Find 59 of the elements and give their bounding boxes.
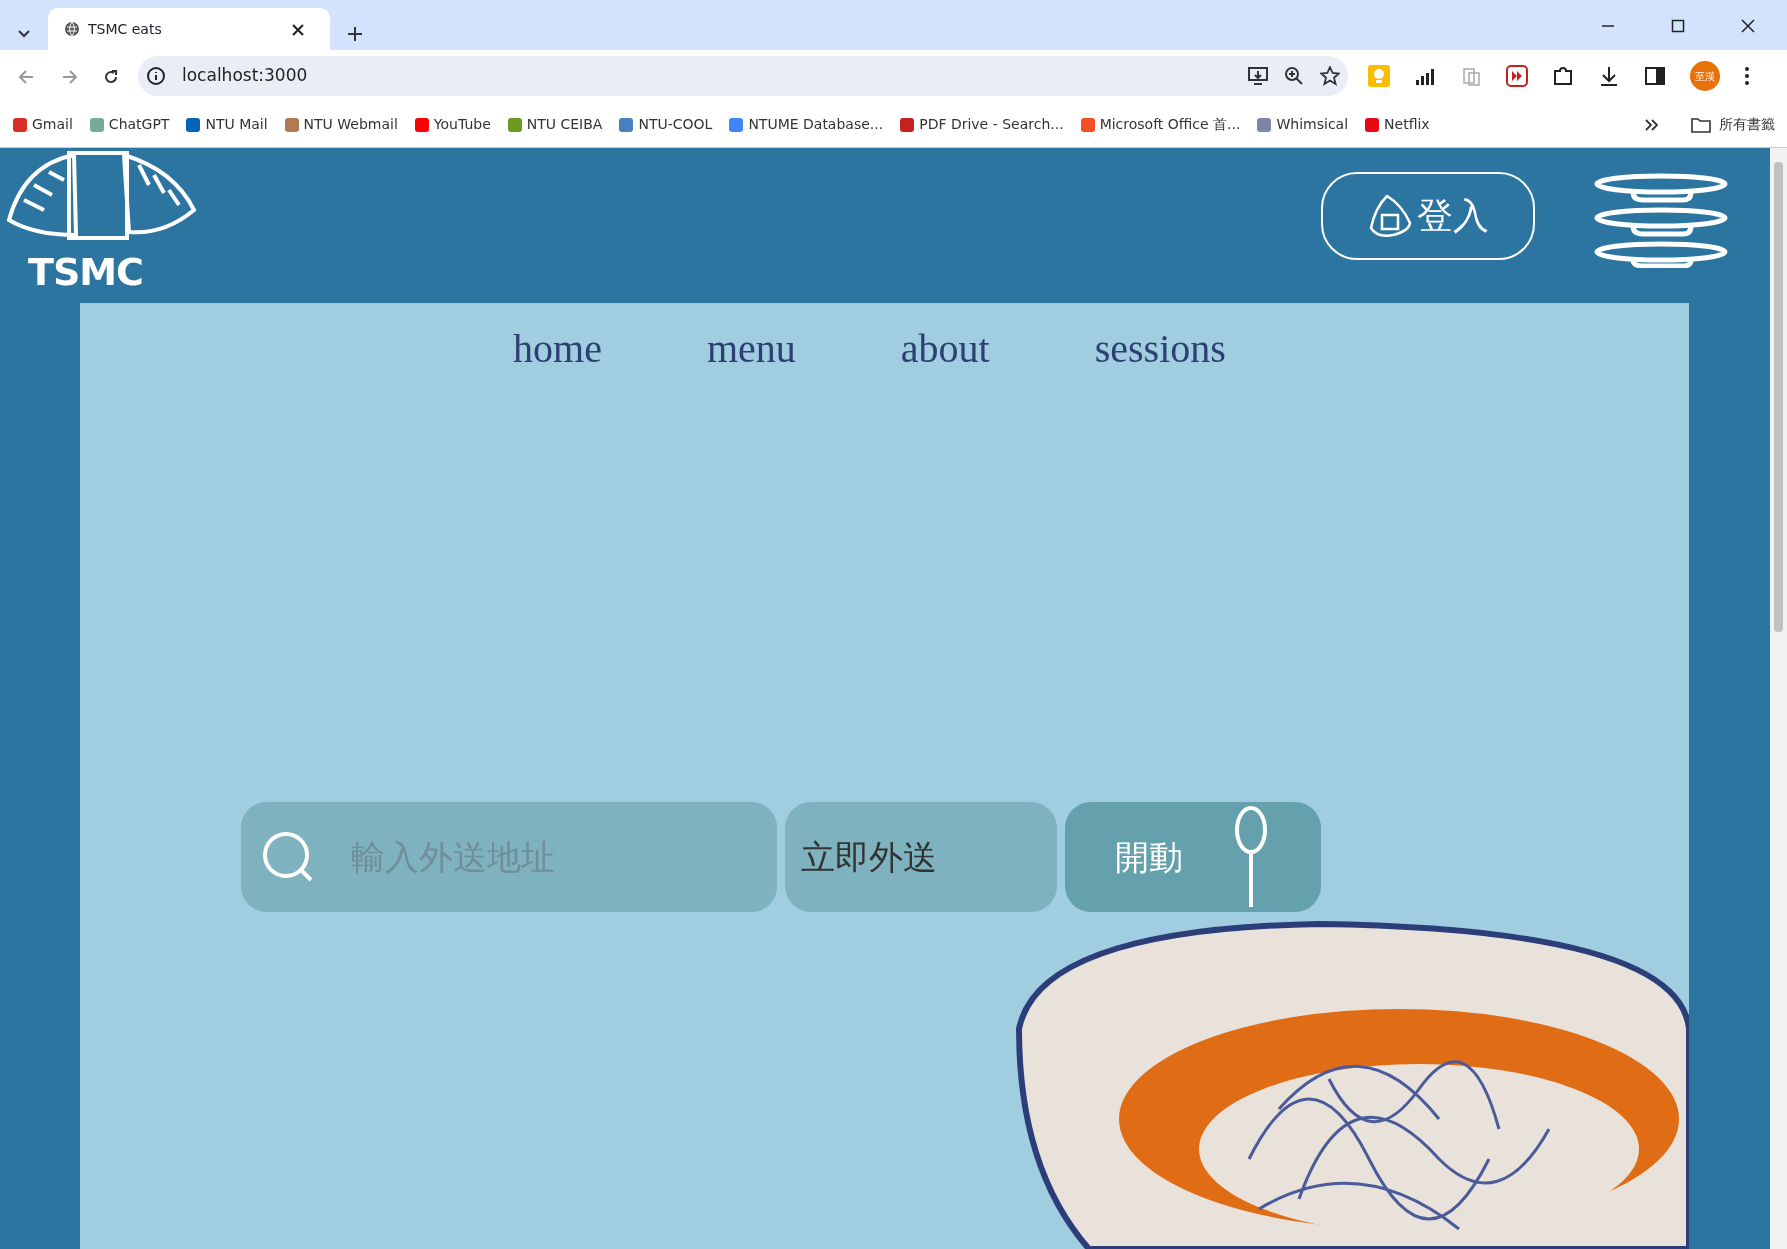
back-arrow-icon xyxy=(18,67,36,86)
maximize-icon xyxy=(1671,19,1685,33)
scrollbar[interactable] xyxy=(1770,148,1787,1249)
plus-icon xyxy=(348,27,362,41)
site-icon xyxy=(88,116,105,133)
chevron-icon xyxy=(1645,119,1659,131)
forward-extension-icon[interactable] xyxy=(1506,65,1528,87)
site-icon xyxy=(506,116,523,133)
globe-icon xyxy=(64,21,80,37)
bookmark-link[interactable]: NTU CEIBA xyxy=(502,112,607,137)
close-icon xyxy=(292,24,304,36)
bookmark-link[interactable]: PDF Drive - Search... xyxy=(895,112,1068,137)
caret-icon xyxy=(18,30,30,38)
bookmark-link[interactable]: NTU-COOL xyxy=(614,112,717,137)
address-bar[interactable]: localhost:3000 xyxy=(138,56,1348,96)
logo-text: TSMC xyxy=(28,253,143,291)
site-icon xyxy=(728,116,745,133)
bookmark-link[interactable]: Microsoft Office 首... xyxy=(1075,112,1245,137)
bookmark-link[interactable]: NTUME Database... xyxy=(724,112,888,137)
search-icon xyxy=(261,830,315,884)
site-icon xyxy=(618,116,635,133)
site-icon xyxy=(413,116,430,133)
install-icon[interactable] xyxy=(1248,66,1268,86)
forward-arrow-icon xyxy=(60,67,78,86)
all-bookmarks-button[interactable]: 所有書籤 xyxy=(1687,112,1779,137)
nav-link[interactable]: menu xyxy=(707,319,796,379)
download-icon[interactable] xyxy=(1598,65,1620,87)
star-icon[interactable] xyxy=(1320,66,1340,86)
bookmark-link[interactable]: Whimsical xyxy=(1252,112,1353,137)
site-icon xyxy=(1364,116,1381,133)
site-icon xyxy=(899,116,916,133)
nav-link[interactable]: home xyxy=(513,319,602,379)
clipboard-extension-icon[interactable] xyxy=(1460,65,1482,87)
site-icon xyxy=(1256,116,1273,133)
bookmark-link[interactable]: NTU Webmail xyxy=(279,112,402,137)
bookmark-link[interactable]: ChatGPT xyxy=(84,112,174,137)
site-icon xyxy=(283,116,300,133)
folder-icon xyxy=(1691,116,1711,133)
nav-link[interactable]: sessions xyxy=(1094,319,1226,379)
tab-title: TSMC eats xyxy=(88,19,163,39)
browser-tab[interactable]: TSMC eats xyxy=(48,8,330,50)
delivery-mode-button[interactable]: 立即外送 xyxy=(785,802,1057,912)
site-icon xyxy=(1079,116,1096,133)
login-button[interactable]: 登入 xyxy=(1321,172,1535,260)
bookmark-link[interactable]: Gmail xyxy=(8,112,77,137)
reload-icon xyxy=(102,67,120,86)
url-text: localhost:3000 xyxy=(182,64,309,88)
side-panel-icon[interactable] xyxy=(1644,65,1666,87)
more-icon[interactable] xyxy=(1744,66,1750,86)
site-icon xyxy=(12,116,28,133)
info-icon xyxy=(146,66,166,86)
site-icon xyxy=(185,116,202,133)
zoom-icon[interactable] xyxy=(1284,66,1304,86)
bookmark-link[interactable]: NTU Mail xyxy=(181,112,272,137)
bookmark-link[interactable]: YouTube xyxy=(409,112,495,137)
menu-icon xyxy=(1593,172,1729,268)
close-icon xyxy=(1741,19,1755,33)
nav-link[interactable]: about xyxy=(900,319,990,379)
bookmark-link[interactable]: Netflix xyxy=(1360,112,1434,137)
